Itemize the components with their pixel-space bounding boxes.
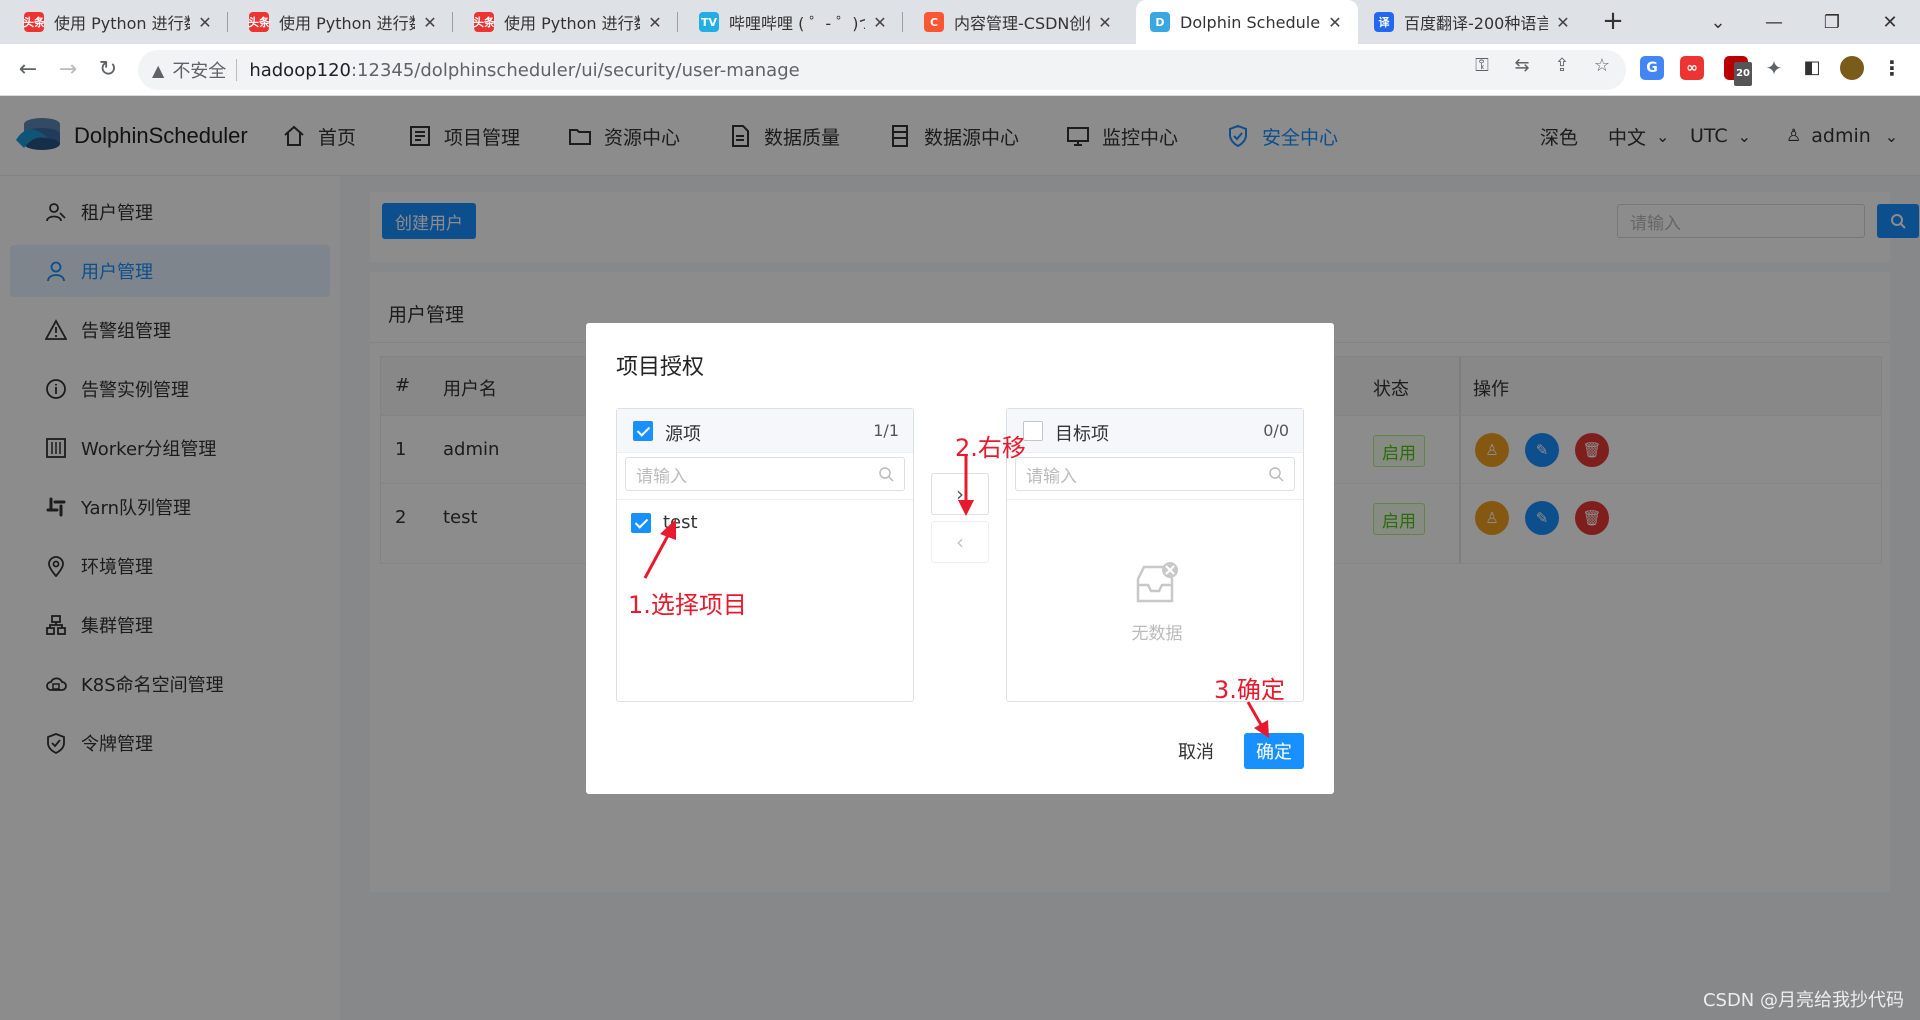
tab-title: 使用 Python 进行数据 (504, 14, 640, 33)
annotation-step1: 1.选择项目 (628, 591, 747, 619)
url-path: :12345/dolphinscheduler/ui/security/user… (350, 59, 800, 81)
dolphin-icon: D (1150, 12, 1170, 32)
close-icon[interactable]: ✕ (196, 13, 214, 32)
bilibili-icon: TV (699, 12, 719, 32)
address-bar[interactable]: ▲ 不安全 hadoop120:12345/dolphinscheduler/u… (138, 50, 1626, 90)
sidepanel-icon[interactable]: ◧ (1800, 56, 1824, 80)
toutiao-icon: 头条 (248, 12, 270, 32)
search-icon (879, 467, 894, 482)
toutiao-icon: 头条 (23, 12, 45, 32)
browser-toolbar: ← → ↻ ▲ 不安全 hadoop120:12345/dolphinsched… (0, 44, 1920, 96)
menu-dots-icon[interactable]: ⋮ (1880, 56, 1904, 80)
google-translate-icon[interactable]: G (1640, 56, 1664, 80)
item-label: test (663, 512, 698, 533)
warning-icon: ▲ (152, 60, 165, 80)
forward-icon[interactable]: → (52, 54, 84, 86)
target-panel: 目标项 0/0 请输入 无数据 (1006, 408, 1304, 702)
avatar[interactable] (1840, 56, 1864, 80)
source-select-all-checkbox[interactable] (633, 421, 653, 441)
move-left-button[interactable]: ‹ (931, 521, 989, 563)
back-icon[interactable]: ← (12, 54, 44, 86)
tab-title: 使用 Python 进行数据 (54, 14, 190, 33)
extension-icon[interactable]: ∞ (1680, 56, 1704, 80)
source-panel: 源项 1/1 请输入 test (616, 408, 914, 702)
bookmark-star-icon[interactable]: ☆ (1590, 54, 1614, 78)
browser-tabbar: 头条 使用 Python 进行数据 ✕ 头条 使用 Python 进行数据 ✕ … (0, 0, 1920, 44)
target-count: 0/0 (1263, 421, 1289, 440)
tab-title: 内容管理-CSDN创作 (954, 14, 1090, 33)
browser-tab-active[interactable]: D Dolphin Scheduler ✕ (1136, 0, 1358, 44)
dialog-title: 项目授权 (616, 355, 705, 380)
extension-badge: 20 (1734, 62, 1752, 86)
browser-tab[interactable]: 头条 使用 Python 进行数据 ✕ (235, 0, 453, 44)
close-icon[interactable]: ✕ (1554, 13, 1572, 32)
tab-title: Dolphin Scheduler (1180, 12, 1320, 32)
source-list-item[interactable]: test (617, 509, 913, 539)
csdn-icon: C (924, 12, 944, 32)
translate-icon[interactable]: ⇆ (1510, 54, 1534, 78)
close-icon[interactable]: ✕ (871, 13, 889, 32)
tab-title: 使用 Python 进行数据 (279, 14, 415, 33)
chevron-left-icon: ‹ (956, 530, 964, 554)
search-icon (1269, 467, 1284, 482)
source-panel-title: 源项 (665, 424, 701, 445)
source-search-input[interactable]: 请输入 (625, 457, 905, 491)
target-search-input[interactable]: 请输入 (1015, 457, 1295, 491)
window-close-icon[interactable]: ✕ (1862, 0, 1918, 44)
empty-state: 无数据 (1107, 561, 1207, 644)
url-host: hadoop120 (249, 59, 351, 81)
puzzle-icon[interactable]: ✦ (1762, 56, 1786, 80)
item-checkbox[interactable] (631, 513, 651, 533)
browser-tab[interactable]: C 内容管理-CSDN创作 ✕ (910, 0, 1128, 44)
target-search-placeholder: 请输入 (1026, 466, 1077, 487)
annotation-step3: 3.确定 (1214, 676, 1285, 704)
source-search-placeholder: 请输入 (636, 466, 687, 487)
browser-tab[interactable]: 头条 使用 Python 进行数据 ✕ (10, 0, 228, 44)
minimize-icon[interactable]: — (1746, 0, 1802, 44)
move-right-button[interactable]: › (931, 473, 989, 515)
empty-text: 无数据 (1131, 624, 1183, 644)
empty-inbox-icon (1136, 562, 1178, 603)
new-tab-icon[interactable]: + (1597, 6, 1629, 38)
tab-title: 哔哩哔哩 ( ゜- ゜)つロ (729, 14, 865, 33)
chevron-right-icon: › (956, 482, 964, 506)
close-icon[interactable]: ✕ (1096, 13, 1114, 32)
target-panel-title: 目标项 (1055, 424, 1109, 445)
target-select-all-checkbox[interactable] (1023, 421, 1043, 441)
watermark: CSDN @月亮给我抄代码 (1702, 990, 1904, 1011)
browser-tab[interactable]: 头条 使用 Python 进行数据 ✕ (460, 0, 678, 44)
reload-icon[interactable]: ↻ (92, 54, 124, 86)
tab-search-icon[interactable]: ⌄ (1690, 0, 1746, 44)
toutiao-icon: 头条 (473, 12, 495, 32)
tab-title: 百度翻译-200种语言 (1404, 14, 1548, 33)
cancel-button[interactable]: 取消 (1166, 733, 1226, 769)
key-icon[interactable]: ⚿ (1470, 54, 1494, 78)
extension-badge-icon[interactable]: 20 (1724, 56, 1752, 86)
restore-icon[interactable]: ❐ (1804, 0, 1860, 44)
confirm-button[interactable]: 确定 (1244, 733, 1304, 769)
annotation-step2: 2.右移 (955, 434, 1026, 462)
browser-tab[interactable]: 译 百度翻译-200种语言 ✕ (1360, 0, 1586, 44)
close-icon[interactable]: ✕ (421, 13, 439, 32)
share-icon[interactable]: ⇪ (1550, 54, 1574, 78)
insecure-label: 不安全 (172, 61, 227, 82)
browser-tab[interactable]: TV 哔哩哔哩 ( ゜- ゜)つロ ✕ (685, 0, 903, 44)
close-icon[interactable]: ✕ (646, 13, 664, 32)
close-icon[interactable]: ✕ (1326, 13, 1344, 32)
project-auth-dialog: 项目授权 源项 1/1 请输入 test › ‹ 目标项 0/0 请输入 无数据… (586, 323, 1334, 794)
baidu-translate-icon: 译 (1374, 12, 1394, 32)
source-count: 1/1 (873, 421, 899, 440)
